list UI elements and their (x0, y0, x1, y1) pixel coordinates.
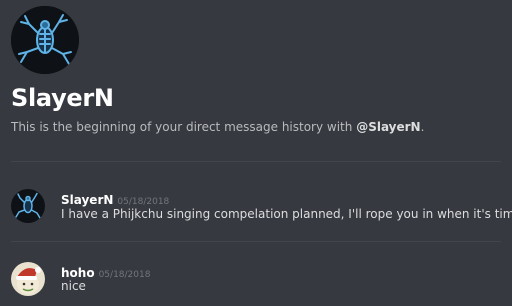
santa-hat-avatar-icon (11, 262, 45, 296)
message-text: I have a Phijkchu singing compelation pl… (61, 207, 512, 221)
message-username[interactable]: SlayerN (61, 193, 113, 207)
message-avatar[interactable] (11, 189, 45, 223)
divider (11, 161, 501, 162)
message-timestamp: 05/18/2018 (98, 270, 151, 280)
dm-intro-text: This is the beginning of your direct mes… (11, 120, 424, 134)
message-avatar[interactable] (11, 262, 45, 296)
dm-intro-mention[interactable]: @SlayerN (356, 120, 420, 134)
frog-skeleton-icon (11, 6, 79, 74)
message-header: SlayerN 05/18/2018 (61, 189, 169, 208)
dm-user-avatar[interactable] (11, 6, 79, 74)
dm-intro-suffix: . (420, 120, 425, 134)
dm-intro-prefix: This is the beginning of your direct mes… (11, 120, 357, 134)
divider (11, 241, 501, 242)
message-text: nice (61, 279, 86, 293)
frog-skeleton-icon (11, 189, 45, 223)
message-username[interactable]: hoho (61, 266, 95, 280)
message-timestamp: 05/18/2018 (117, 197, 170, 207)
dm-user-name: SlayerN (11, 84, 114, 112)
